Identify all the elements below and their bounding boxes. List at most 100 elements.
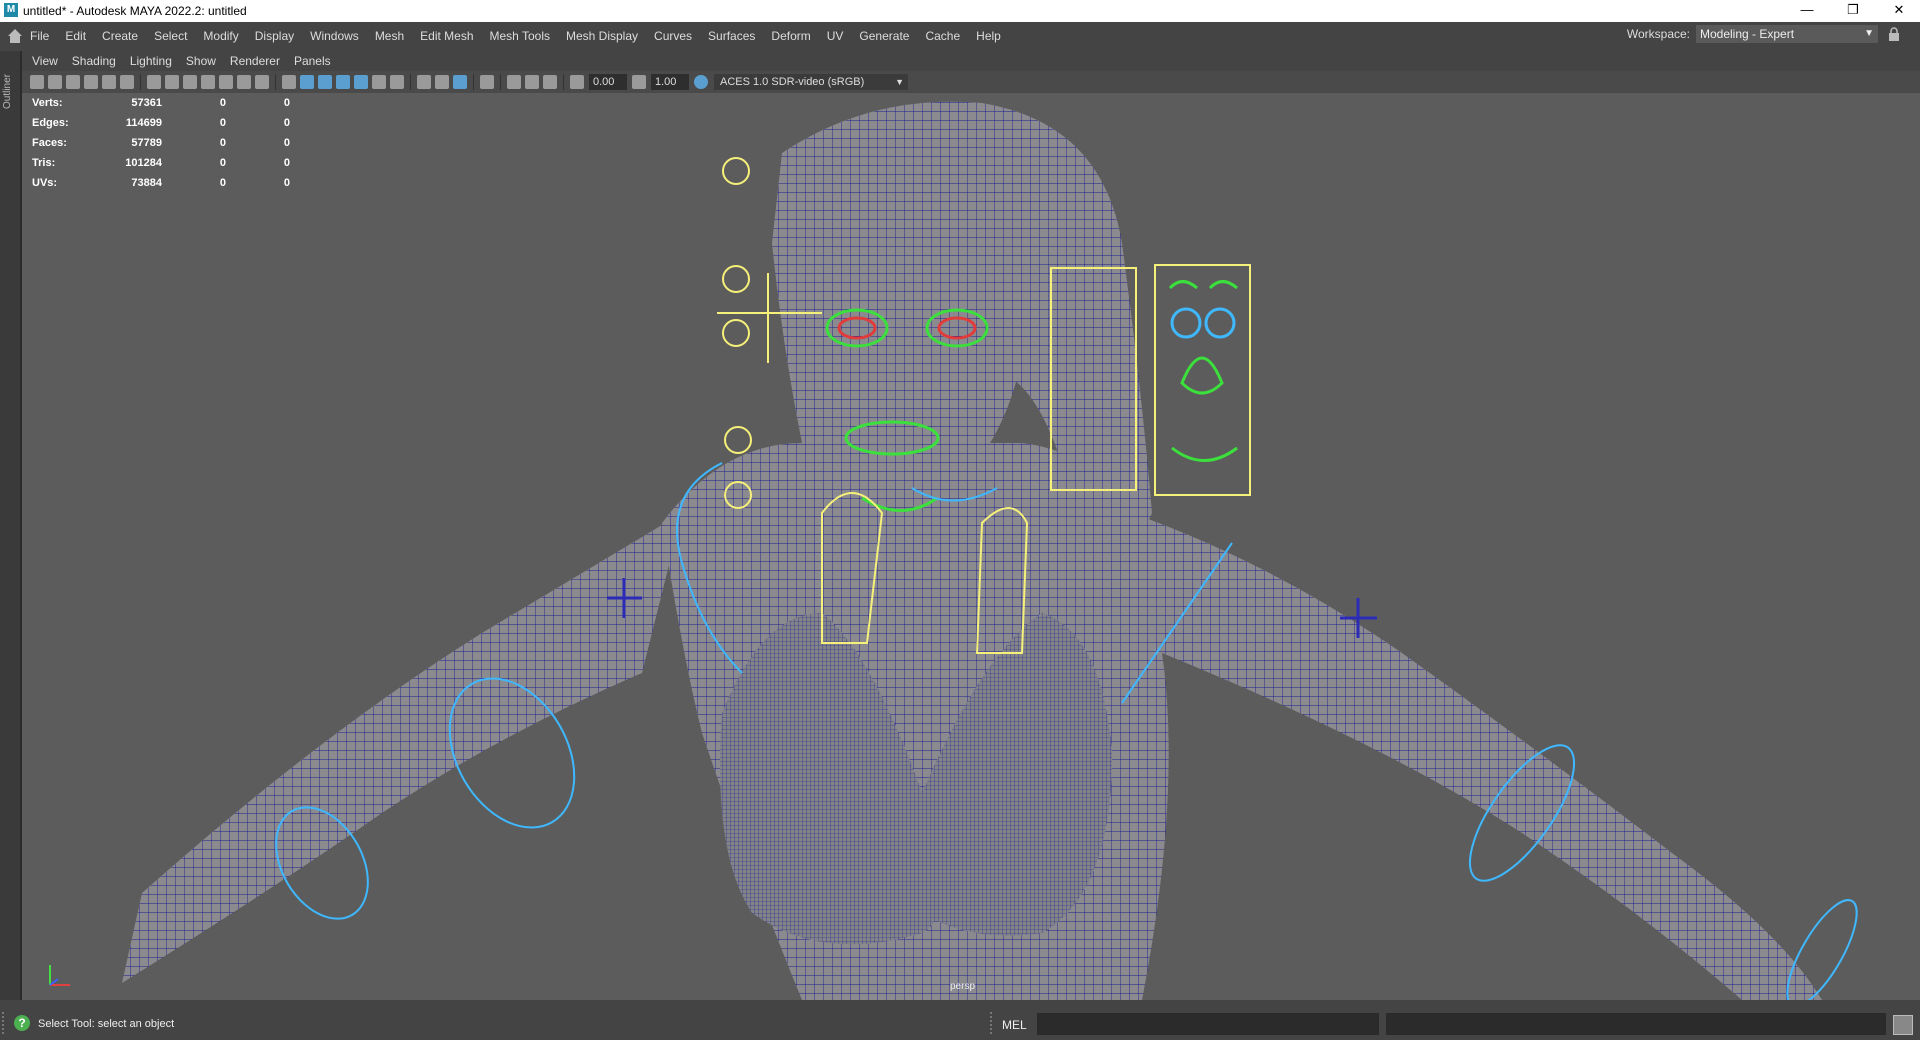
toolbar-separator (473, 74, 474, 90)
textured-icon[interactable] (336, 75, 350, 89)
panel-menu-view[interactable]: View (32, 54, 58, 68)
2d-pan-zoom-icon[interactable] (102, 75, 116, 89)
3d-viewport[interactable]: Verts: 57361 0 0 Edges: 114699 0 0 Faces: 57789 0 0… (22, 93, 1920, 1000)
hud-v1: 57361 (131, 97, 162, 109)
toolbar-separator (410, 74, 411, 90)
gate-mask-icon[interactable] (201, 75, 215, 89)
menu-windows[interactable]: Windows (310, 29, 359, 43)
restore-icon[interactable]: ❐ (1830, 0, 1876, 22)
mel-result-field (1386, 1013, 1886, 1035)
hud-v2: 0 (219, 157, 226, 169)
bookmarks-icon[interactable] (66, 75, 80, 89)
xray-active-icon[interactable] (525, 75, 539, 89)
drag-handle[interactable] (990, 1012, 998, 1034)
help-icon: ? (14, 1015, 30, 1031)
workspace-label: Workspace: (1626, 27, 1690, 41)
menu-mesh-tools[interactable]: Mesh Tools (490, 29, 550, 43)
hud-label: Edges: (32, 117, 69, 129)
panel-menu-lighting[interactable]: Lighting (130, 54, 172, 68)
hud-v1: 101284 (125, 157, 162, 169)
menu-edit[interactable]: Edit (65, 29, 86, 43)
menu-deform[interactable]: Deform (771, 29, 810, 43)
panel-menu-panels[interactable]: Panels (294, 54, 331, 68)
image-plane-icon[interactable] (84, 75, 98, 89)
safe-title-icon[interactable] (255, 75, 269, 89)
camera-attributes-icon[interactable] (48, 75, 62, 89)
xray-joints-icon[interactable] (507, 75, 521, 89)
workspace-dropdown[interactable]: Modeling - Expert ▼ (1696, 25, 1878, 43)
field-chart-icon[interactable] (219, 75, 233, 89)
motion-blur-icon[interactable] (435, 75, 449, 89)
gamma-icon[interactable] (632, 75, 646, 89)
menu-surfaces[interactable]: Surfaces (708, 29, 755, 43)
toolbar-separator (563, 74, 564, 90)
panel-menu-renderer[interactable]: Renderer (230, 54, 280, 68)
panel-menu-shading[interactable]: Shading (72, 54, 116, 68)
menu-cache[interactable]: Cache (925, 29, 960, 43)
chevron-down-icon: ▼ (1864, 28, 1874, 39)
exposure-field[interactable]: 0.00 (589, 74, 627, 90)
menu-select[interactable]: Select (154, 29, 187, 43)
outliner-tab[interactable]: Outliner (2, 59, 16, 109)
toolbar-separator (500, 74, 501, 90)
menu-items: File Edit Create Select Modify Display Windows… (30, 29, 1017, 43)
view-transform-value: ACES 1.0 SDR-video (sRGB) (720, 76, 865, 88)
workspace-value: Modeling - Expert (1700, 27, 1795, 41)
xray-icon[interactable] (390, 75, 404, 89)
menu-help[interactable]: Help (976, 29, 1001, 43)
resolution-gate-icon[interactable] (183, 75, 197, 89)
anti-aliasing-icon[interactable] (453, 75, 467, 89)
use-all-lights-icon[interactable] (354, 75, 368, 89)
film-gate-icon[interactable] (165, 75, 179, 89)
drag-handle[interactable] (2, 1012, 10, 1034)
wireframe-on-shaded-icon[interactable] (318, 75, 332, 89)
hud-v3: 0 (283, 157, 290, 169)
wireframe-icon[interactable] (282, 75, 296, 89)
isolate-select-icon[interactable] (480, 75, 494, 89)
exposure-icon[interactable] (570, 75, 584, 89)
left-side-strip: Outliner (0, 51, 20, 1000)
hud-v2: 0 (219, 97, 226, 109)
hud-label: Faces: (32, 137, 67, 149)
grease-pencil-icon[interactable] (120, 75, 134, 89)
window-title: untitled* - Autodesk MAYA 2022.2: untitl… (23, 4, 247, 18)
panel-menu-show[interactable]: Show (186, 54, 216, 68)
help-text: Select Tool: select an object (38, 1018, 175, 1030)
chevron-down-icon: ▼ (895, 77, 904, 87)
select-camera-icon[interactable] (30, 75, 44, 89)
safe-action-icon[interactable] (237, 75, 251, 89)
menu-mesh[interactable]: Mesh (375, 29, 404, 43)
workspace-selector: Workspace: Modeling - Expert ▼ (1627, 25, 1900, 43)
menu-mesh-display[interactable]: Mesh Display (566, 29, 638, 43)
hud-v3: 0 (283, 177, 290, 189)
backface-culling-icon[interactable] (543, 75, 557, 89)
mel-language-toggle[interactable]: MEL (1002, 1018, 1027, 1032)
color-management-icon[interactable] (694, 75, 708, 89)
toolbar-separator (275, 74, 276, 90)
menu-modify[interactable]: Modify (203, 29, 238, 43)
grid-icon[interactable] (147, 75, 161, 89)
menu-uv[interactable]: UV (827, 29, 844, 43)
menu-edit-mesh[interactable]: Edit Mesh (420, 29, 473, 43)
smooth-shade-icon[interactable] (300, 75, 314, 89)
view-transform-dropdown[interactable]: ACES 1.0 SDR-video (sRGB) ▼ (714, 74, 908, 90)
script-editor-icon[interactable] (1893, 1015, 1913, 1035)
hud-v3: 0 (283, 97, 290, 109)
lock-icon[interactable] (1888, 27, 1900, 41)
menu-generate[interactable]: Generate (859, 29, 909, 43)
home-icon[interactable] (6, 27, 24, 45)
character-left-arm (122, 513, 682, 983)
menu-display[interactable]: Display (255, 29, 294, 43)
minimize-icon[interactable]: — (1784, 0, 1830, 22)
menu-create[interactable]: Create (102, 29, 138, 43)
shadows-icon[interactable] (372, 75, 386, 89)
hud-v2: 0 (219, 177, 226, 189)
hud-v3: 0 (283, 117, 290, 129)
close-icon[interactable]: ✕ (1876, 0, 1920, 22)
screen-space-ao-icon[interactable] (417, 75, 431, 89)
mel-command-input[interactable] (1037, 1013, 1379, 1035)
hud-row: UVs: 73884 0 0 (32, 173, 290, 193)
menu-file[interactable]: File (30, 29, 49, 43)
gamma-field[interactable]: 1.00 (651, 74, 689, 90)
menu-curves[interactable]: Curves (654, 29, 692, 43)
